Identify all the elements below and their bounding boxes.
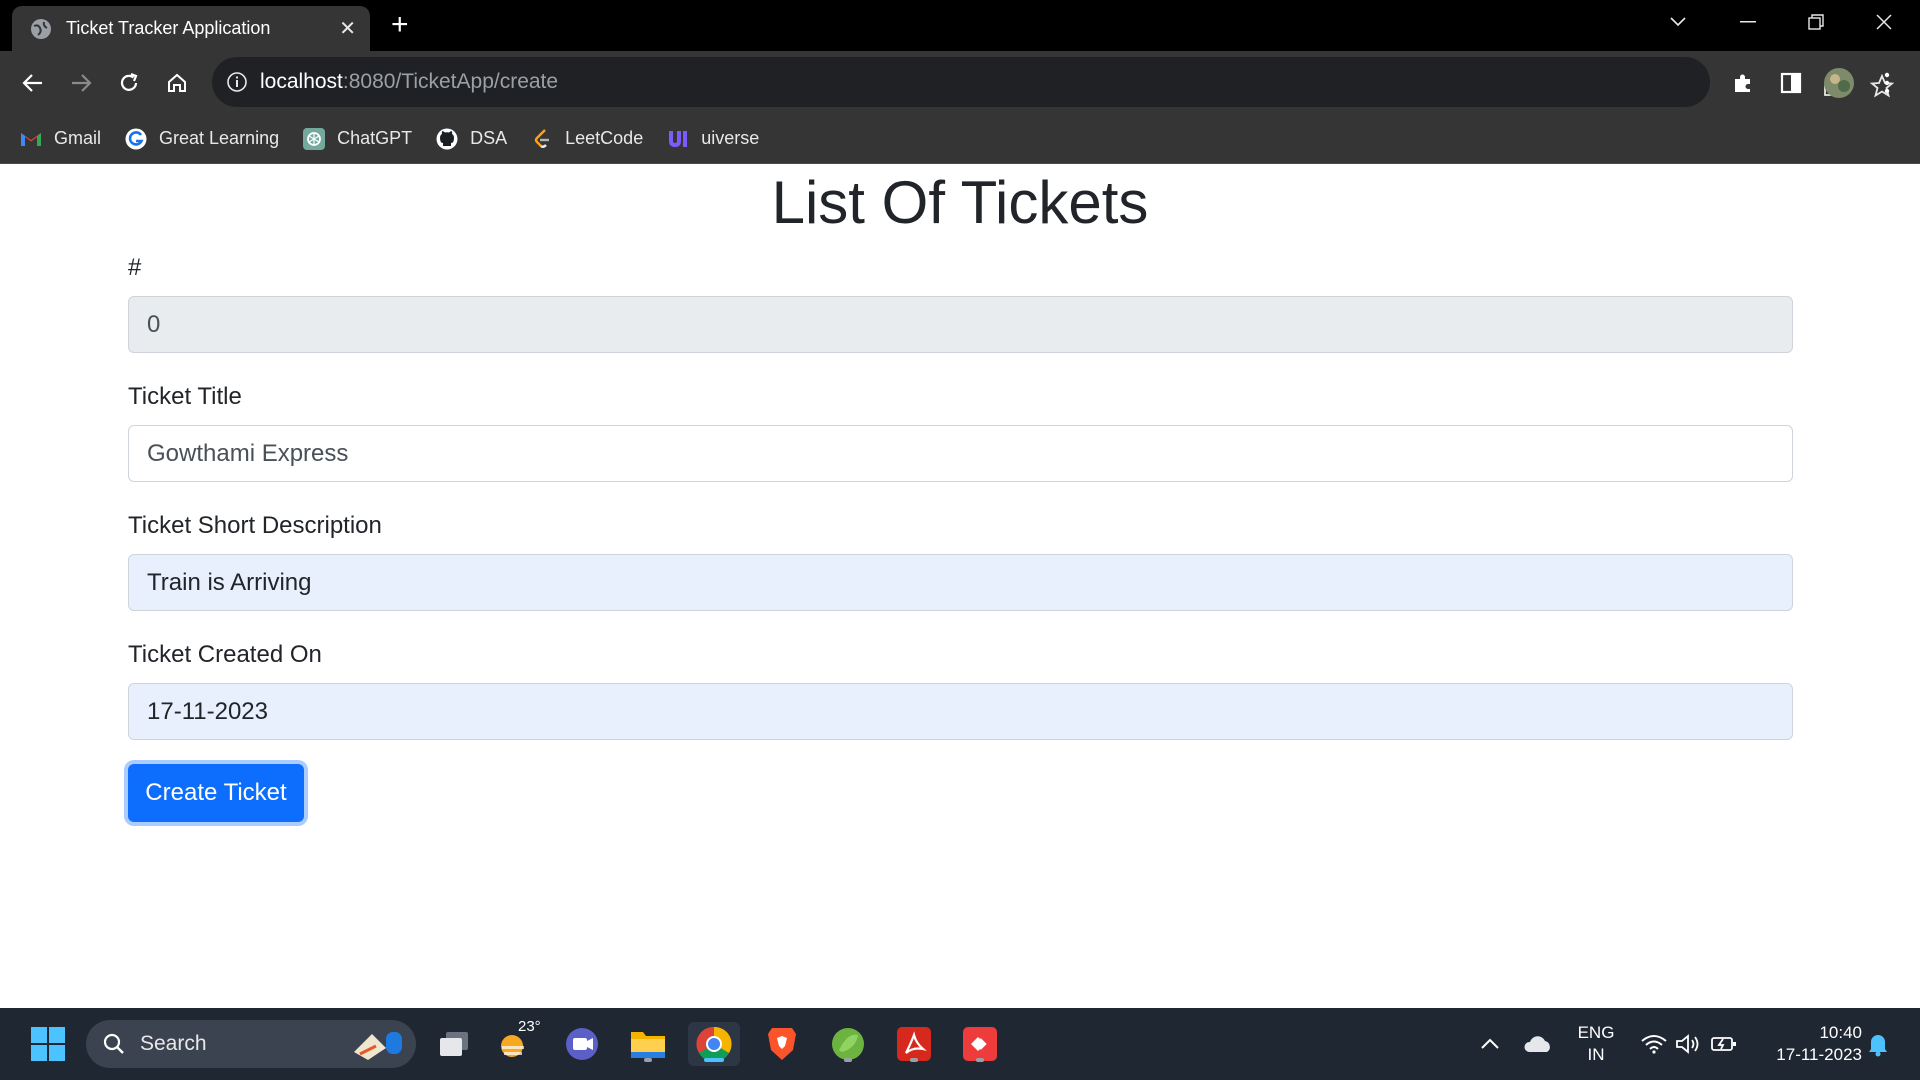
clock-time: 10:40 — [1819, 1023, 1862, 1042]
minimize-button[interactable] — [1714, 0, 1782, 44]
battery-icon[interactable] — [1702, 1022, 1746, 1066]
search-highlight-icon — [354, 1032, 402, 1060]
create-ticket-button[interactable]: Create Ticket — [128, 764, 304, 822]
onedrive-icon[interactable] — [1516, 1022, 1560, 1066]
running-indicator — [644, 1058, 652, 1062]
bookmarks-bar: Gmail Great Learning ChatGPT DSA LeetCod… — [0, 114, 1920, 164]
close-tab-icon[interactable]: ✕ — [339, 16, 356, 41]
bookmark-label: LeetCode — [565, 128, 644, 148]
github-icon — [436, 128, 458, 150]
taskbar: Search 23° ENG IN 10:40 17-11-2023 — [0, 1008, 1920, 1080]
reload-icon[interactable] — [112, 66, 146, 100]
chrome-taskbar-icon[interactable] — [688, 1022, 740, 1066]
extensions-icon[interactable] — [1726, 66, 1760, 100]
weather-widget[interactable]: 23° — [494, 1018, 541, 1066]
teams-icon[interactable] — [560, 1022, 604, 1066]
restore-button[interactable] — [1782, 0, 1850, 44]
forward-icon[interactable] — [64, 66, 98, 100]
language-indicator[interactable]: ENG IN — [1576, 1022, 1616, 1066]
profile-avatar[interactable] — [1822, 66, 1856, 100]
tab-title: Ticket Tracker Application — [66, 18, 271, 38]
globe-icon — [31, 18, 51, 39]
tab-strip: Ticket Tracker Application ✕ + — [0, 0, 1920, 51]
bookmark-label: ChatGPT — [337, 128, 413, 148]
running-indicator — [910, 1058, 918, 1062]
info-icon[interactable] — [226, 71, 248, 93]
task-view-icon[interactable] — [432, 1022, 476, 1066]
ticket-description-input[interactable]: Train is Arriving — [128, 554, 1793, 611]
url-path: :8080/TicketApp/create — [342, 70, 559, 93]
leetcode-icon — [531, 128, 553, 150]
clock[interactable]: 10:40 17-11-2023 — [1752, 1022, 1862, 1066]
new-tab-button[interactable]: + — [391, 10, 409, 40]
home-icon[interactable] — [160, 66, 194, 100]
taskbar-search[interactable]: Search — [86, 1020, 416, 1068]
id-label: # — [128, 254, 142, 281]
close-window-button[interactable] — [1850, 0, 1918, 44]
bookmark-leetcode[interactable]: LeetCode — [531, 128, 643, 150]
bookmark-label: DSA — [470, 128, 508, 148]
search-icon — [103, 1033, 124, 1054]
search-label: Search — [140, 1032, 207, 1055]
bookmark-label: Great Learning — [159, 128, 280, 148]
id-field[interactable]: 0 — [128, 296, 1793, 353]
browser-tab[interactable]: Ticket Tracker Application ✕ — [12, 6, 370, 51]
file-explorer-icon[interactable] — [626, 1022, 670, 1066]
running-indicator — [844, 1058, 852, 1062]
uiverse-icon — [667, 128, 689, 150]
ticket-title-input[interactable]: Gowthami Express — [128, 425, 1793, 482]
great-learning-icon — [125, 128, 147, 150]
ticket-title-label: Ticket Title — [128, 383, 242, 410]
bookmark-great-learning[interactable]: Great Learning — [125, 128, 279, 150]
active-indicator — [704, 1058, 724, 1062]
bookmark-label: Gmail — [54, 128, 102, 148]
gmail-icon — [20, 128, 42, 150]
ticket-description-label: Ticket Short Description — [128, 512, 382, 539]
page-content: List Of Tickets # 0 Ticket Title Gowtham… — [0, 164, 1920, 1008]
bookmark-label: uiverse — [701, 128, 760, 148]
acrobat-icon[interactable] — [892, 1022, 936, 1066]
page-title: List Of Tickets — [771, 169, 1149, 236]
ticket-created-on-label: Ticket Created On — [128, 641, 322, 668]
address-bar[interactable]: localhost:8080/TicketApp/create — [212, 57, 1894, 107]
browser-toolbar: localhost:8080/TicketApp/create — [0, 51, 1920, 114]
bookmark-chatgpt[interactable]: ChatGPT — [303, 127, 413, 150]
region-code: IN — [1587, 1045, 1605, 1064]
language-code: ENG — [1577, 1023, 1615, 1042]
windows-start-icon[interactable] — [26, 1022, 70, 1066]
ticket-created-on-input[interactable]: 17-11-2023 — [128, 683, 1793, 740]
url-host: localhost — [260, 70, 343, 93]
clock-date: 17-11-2023 — [1776, 1045, 1862, 1064]
bookmark-uiverse[interactable]: uiverse — [667, 128, 759, 150]
git-tool-icon[interactable] — [958, 1022, 1002, 1066]
chatgpt-icon — [303, 127, 326, 150]
back-icon[interactable] — [16, 66, 50, 100]
running-indicator — [976, 1058, 984, 1062]
bookmark-dsa[interactable]: DSA — [436, 128, 507, 150]
tab-search-icon[interactable] — [1644, 0, 1712, 44]
brave-icon[interactable] — [760, 1022, 804, 1066]
side-panel-icon[interactable] — [1774, 66, 1808, 100]
show-hidden-icons-icon[interactable] — [1468, 1022, 1512, 1066]
bookmark-gmail[interactable]: Gmail — [20, 128, 101, 150]
notification-bell-icon[interactable] — [1856, 1022, 1900, 1066]
spring-tool-suite-icon[interactable] — [826, 1022, 870, 1066]
more-menu-icon[interactable] — [1870, 66, 1904, 100]
weather-temp: 23° — [518, 1018, 541, 1035]
